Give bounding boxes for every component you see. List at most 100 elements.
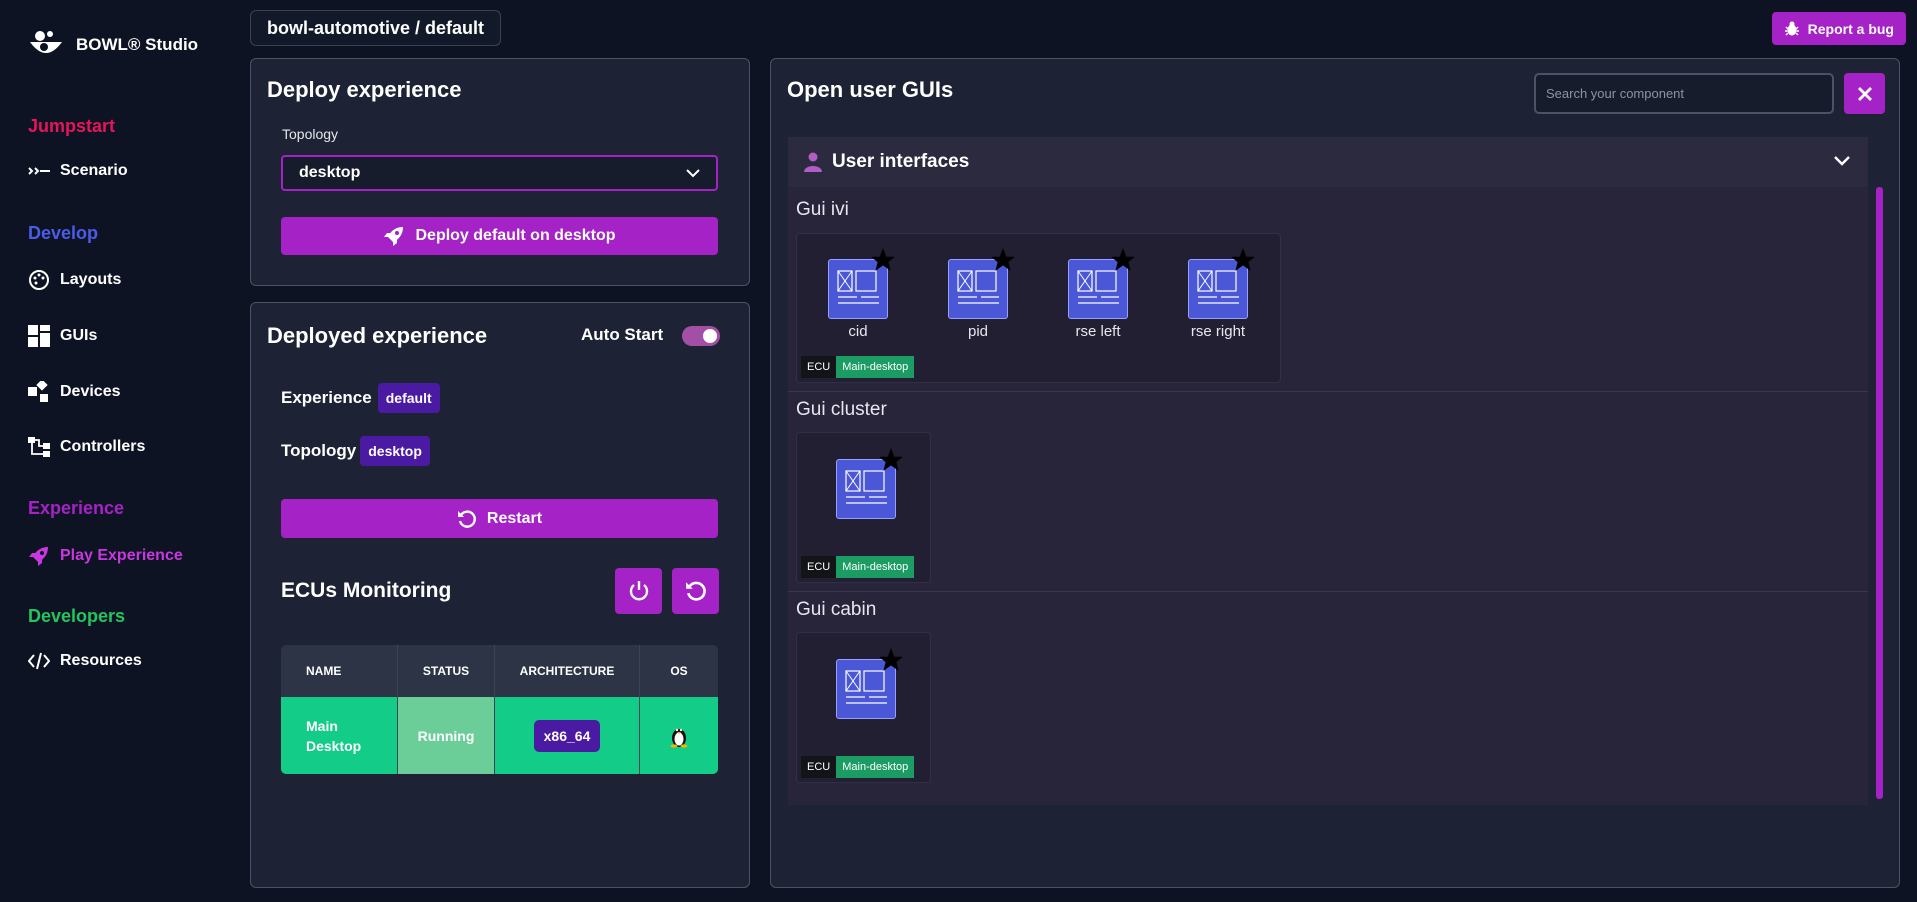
close-icon [1857,86,1872,101]
ecu-os-cell [640,697,718,774]
restart-icon [457,509,476,528]
experience-label: Experience [281,388,372,407]
divider [788,391,1868,392]
close-button[interactable] [1844,73,1885,114]
favorite-star-icon[interactable] [990,247,1016,273]
palette-icon [28,269,52,291]
favorite-star-icon[interactable] [870,247,896,273]
ecu-tag-value: Main-desktop [836,756,915,778]
sidebar-item-devices[interactable]: Devices [28,381,121,403]
favorite-star-icon[interactable] [1230,247,1256,273]
gui-group-card: ECU Main-desktop [796,632,931,783]
reload-button[interactable] [672,568,719,614]
column-header: NAME [281,645,398,697]
gui-item-rse-left[interactable]: rse left [1063,248,1135,340]
sidebar-item-resources[interactable]: Resources [28,652,142,670]
gui-group-title: Gui cabin [796,599,877,620]
app-name: BOWL® Studio [76,35,199,54]
restart-icon [685,581,706,601]
sidebar-item-label: Scenario [60,162,128,179]
user-interfaces-section: User interfaces Gui ivi cid pid rse left… [788,137,1868,805]
column-header: ARCHITECTURE [495,645,640,697]
user-interfaces-header[interactable]: User interfaces [788,137,1868,187]
sidebar-item-label: Resources [60,652,142,669]
power-button[interactable] [615,568,662,614]
ecu-tag-key: ECU [801,356,837,378]
gui-item-cabin[interactable] [831,648,903,719]
favorite-star-icon[interactable] [878,447,904,473]
topology-label: Topology [282,126,339,142]
ecus-table: NAME STATUS ARCHITECTURE OS Main Desktop… [281,645,718,774]
auto-start-toggle[interactable] [682,326,720,346]
sidebar-item-label: Devices [60,383,121,400]
table-row[interactable]: Main Desktop Running x86_64 [281,697,718,774]
bug-icon [1784,21,1799,36]
topology-select[interactable]: desktop [281,155,718,191]
sidebar-item-scenario[interactable]: Scenario [28,162,128,180]
sidebar-item-guis[interactable]: GUIs [28,325,97,347]
gui-item-pid[interactable]: pid [943,248,1015,340]
panel-title: Open user GUIs [787,77,954,102]
section-title: User interfaces [832,151,970,172]
bowl-logo-icon [30,31,62,53]
column-header: STATUS [398,645,495,697]
rocket-icon [384,227,404,246]
experience-badge: default [377,383,440,413]
sidebar-item-label: Play Experience [60,547,183,564]
section-title: Developers [28,606,126,626]
deploy-button-label: Deploy default on desktop [415,227,616,244]
topology-select-value: desktop [299,164,361,181]
report-bug-label: Report a bug [1807,20,1894,37]
sidebar-item-controllers[interactable]: Controllers [28,437,145,457]
sidebar-item-label: Layouts [60,271,122,288]
ecu-tag-key: ECU [801,556,837,578]
scrollbar[interactable] [1876,187,1883,799]
rocket-icon [28,545,52,567]
breadcrumb[interactable]: bowl-automotive / default [250,10,502,46]
gui-item-label: rse right [1190,323,1246,340]
section-develop: Develop [28,223,98,244]
ecu-tag: ECU Main-desktop [801,356,915,378]
table-header: NAME STATUS ARCHITECTURE OS [281,645,718,697]
gui-item-cid[interactable]: cid [823,248,895,340]
grid-icon [28,325,52,347]
ecu-tag-value: Main-desktop [836,356,915,378]
gui-item-label: rse left [1075,323,1121,340]
deploy-experience-panel: Deploy experience Topology desktop Deplo… [250,58,750,286]
sidebar-item-play-experience[interactable]: Play Experience [28,545,183,567]
sidebar-item-label: Controllers [60,438,146,455]
gui-group-title: Gui cluster [796,399,887,420]
app-logo[interactable]: BOWL® Studio [28,30,198,60]
auto-start-label: Auto Start [581,325,664,344]
search-input[interactable]: Search your component [1534,73,1834,114]
gui-item-label: cid [848,323,868,340]
ecu-tag: ECU Main-desktop [801,756,915,778]
report-bug-button[interactable]: Report a bug [1771,12,1906,45]
sidebar-item-layouts[interactable]: Layouts [28,269,121,291]
devices-icon [28,381,52,403]
ecu-tag-value: Main-desktop [836,556,915,578]
code-icon [28,652,52,670]
gui-item-cluster[interactable] [831,448,903,519]
favorite-star-icon[interactable] [878,647,904,673]
section-title: Experience [28,498,125,518]
ecu-name-cell: Main Desktop [281,697,398,774]
chevron-down-icon[interactable] [1834,156,1850,166]
section-developers: Developers [28,606,125,627]
nodes-icon [28,437,52,457]
favorite-star-icon[interactable] [1110,247,1136,273]
gui-item-rse-right[interactable]: rse right [1183,248,1255,340]
restart-button[interactable]: Restart [281,499,718,538]
column-header: OS [670,664,688,678]
toggle-knob [703,329,717,343]
power-icon [629,581,648,601]
deploy-button[interactable]: Deploy default on desktop [281,217,718,255]
gui-group-title: Gui ivi [796,199,849,220]
sidebar: BOWL® Studio Jumpstart Scenario Develop … [0,0,240,902]
gui-group-card: cid pid rse left rse right ECU Main-desk… [796,233,1281,383]
panel-title: Deployed experience [267,323,488,348]
experience-row: Experience default [281,383,440,413]
chevron-down-icon [686,168,700,177]
open-user-guis-panel: Open user GUIs Search your component Use… [770,58,1900,888]
scenario-icon [28,166,52,176]
